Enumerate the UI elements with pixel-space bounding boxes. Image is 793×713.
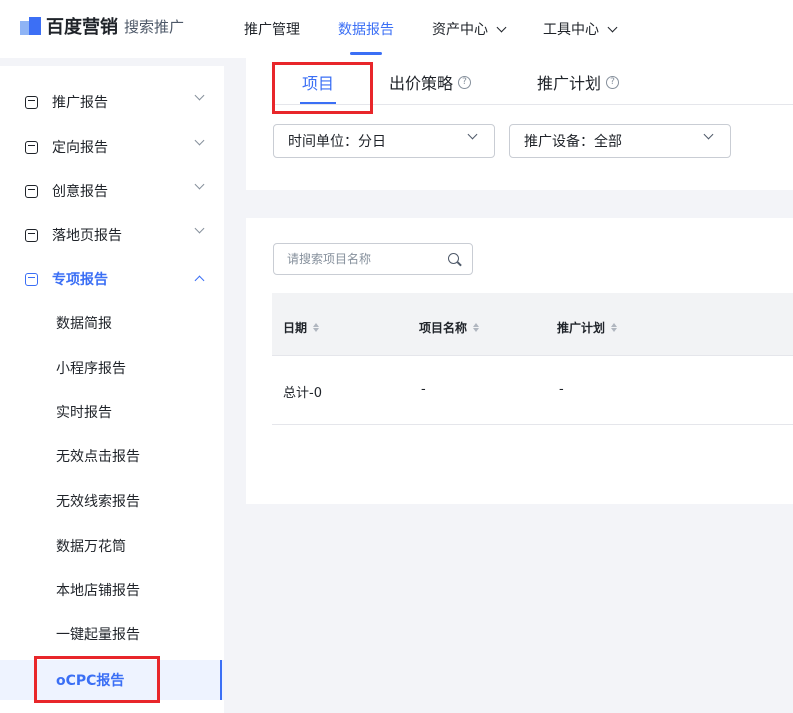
sidebar-subitem-label: 无效线索报告 — [56, 494, 140, 510]
table-header — [272, 293, 793, 355]
sort-icon[interactable] — [473, 323, 480, 332]
sidebar-item-creative-report[interactable]: 创意报告 — [0, 171, 224, 211]
page-icon — [25, 228, 38, 242]
chevron-down-icon — [194, 90, 205, 101]
logo-brand: 百度营销 — [46, 17, 118, 38]
sidebar-subitem-label: 小程序报告 — [56, 361, 126, 377]
sidebar-item-landing-page-report[interactable]: 落地页报告 — [0, 215, 224, 255]
sidebar-subitem-invalid-lead[interactable]: 无效线索报告 — [0, 481, 224, 521]
tab-project[interactable]: 项目 — [302, 70, 334, 94]
sidebar-subitem-mini-program[interactable]: 小程序报告 — [0, 348, 224, 388]
table-cell-date: 总计-0 — [283, 386, 322, 401]
top-nav-bar: 百度营销 搜索推广 推广管理 数据报告 资产中心 工具中心 — [0, 0, 793, 58]
sidebar-subitem-invalid-click[interactable]: 无效点击报告 — [0, 436, 224, 476]
tab-divider — [272, 104, 793, 105]
chevron-up-icon — [194, 275, 205, 286]
select-value: 推广设备：全部 — [524, 134, 622, 150]
chevron-down-icon — [194, 179, 205, 190]
logo-product: 搜索推广 — [124, 17, 185, 36]
sort-icon[interactable] — [611, 323, 618, 332]
column-header-label: 项目名称 — [419, 321, 468, 335]
sidebar-item-label: 定向报告 — [52, 140, 108, 156]
sidebar-subitem-label: 本地店铺报告 — [56, 583, 140, 599]
sidebar-subitem-kaleidoscope[interactable]: 数据万花筒 — [0, 526, 224, 566]
column-header-campaign[interactable]: 推广计划 — [557, 319, 618, 336]
table-cell-campaign: - — [559, 382, 564, 397]
main-nav: 推广管理 数据报告 资产中心 工具中心 — [244, 0, 654, 58]
sidebar-subitem-label: oCPC报告 — [56, 673, 125, 689]
sidebar-subitem-label: 实时报告 — [56, 405, 112, 421]
search-input[interactable] — [287, 250, 437, 268]
table-row-divider — [272, 424, 793, 425]
sidebar-item-label: 推广报告 — [52, 95, 108, 111]
search-icon[interactable] — [448, 253, 459, 264]
table-cell-project-name: - — [421, 382, 426, 397]
table-divider — [272, 355, 793, 356]
sidebar-item-label: 专项报告 — [52, 272, 108, 288]
sidebar-subitem-local-store[interactable]: 本地店铺报告 — [0, 570, 224, 610]
sidebar-item-label: 创意报告 — [52, 184, 108, 200]
nav-data-report[interactable]: 数据报告 — [338, 0, 394, 58]
device-select[interactable]: 推广设备：全部 — [509, 124, 731, 158]
nav-label: 工具中心 — [543, 22, 599, 38]
nav-label: 数据报告 — [338, 22, 394, 38]
chart-icon — [25, 95, 38, 109]
column-header-project-name[interactable]: 项目名称 — [419, 319, 480, 336]
chevron-down-icon — [194, 135, 205, 146]
time-unit-select[interactable]: 时间单位：分日 — [273, 124, 495, 158]
sidebar-item-targeting-report[interactable]: 定向报告 — [0, 127, 224, 167]
creative-icon — [25, 184, 38, 198]
help-icon[interactable]: ? — [458, 75, 472, 89]
sidebar-subitem-ocpc-report[interactable]: oCPC报告 — [0, 660, 224, 700]
column-header-label: 推广计划 — [557, 321, 606, 335]
chevron-down-icon — [703, 129, 714, 140]
select-value: 时间单位：分日 — [288, 134, 386, 150]
sidebar-item-label: 落地页报告 — [52, 228, 122, 244]
nav-asset-center[interactable]: 资产中心 — [432, 0, 507, 58]
column-header-label: 日期 — [283, 321, 308, 335]
target-icon — [25, 140, 38, 154]
tab-label: 推广计划 — [537, 74, 602, 93]
sidebar-subitem-label: 一键起量报告 — [56, 627, 140, 643]
help-icon[interactable]: ? — [606, 75, 620, 89]
nav-promotion-management[interactable]: 推广管理 — [244, 0, 300, 58]
nav-label: 推广管理 — [244, 22, 300, 38]
sidebar-subitem-label: 数据万花筒 — [56, 539, 126, 555]
sidebar-item-promotion-report[interactable]: 推广报告 — [0, 82, 224, 122]
column-header-date[interactable]: 日期 — [283, 319, 320, 336]
chevron-down-icon — [496, 22, 507, 32]
sidebar-subitem-one-click-boost[interactable]: 一键起量报告 — [0, 614, 224, 654]
nav-tool-center[interactable]: 工具中心 — [543, 0, 618, 58]
project-search-box[interactable] — [273, 243, 473, 275]
sidebar-subitem-realtime[interactable]: 实时报告 — [0, 392, 224, 432]
list-icon — [25, 272, 38, 286]
sidebar-subitem-label: 无效点击报告 — [56, 449, 140, 465]
tab-bid-strategy[interactable]: 出价策略? — [389, 70, 472, 94]
tab-label: 出价策略 — [389, 74, 454, 93]
chevron-down-icon — [467, 129, 478, 140]
nav-label: 资产中心 — [432, 22, 488, 38]
tab-campaign[interactable]: 推广计划? — [537, 70, 620, 94]
sidebar-item-special-report[interactable]: 专项报告 — [0, 259, 224, 299]
logo-mark-icon — [20, 15, 42, 37]
sidebar-subitem-data-brief[interactable]: 数据简报 — [0, 303, 224, 343]
chevron-down-icon — [194, 223, 205, 234]
tab-label: 项目 — [302, 74, 335, 93]
sort-icon[interactable] — [313, 323, 320, 332]
chevron-down-icon — [607, 22, 618, 32]
logo[interactable]: 百度营销 搜索推广 — [20, 13, 184, 39]
sidebar-subitem-label: 数据简报 — [56, 316, 112, 332]
